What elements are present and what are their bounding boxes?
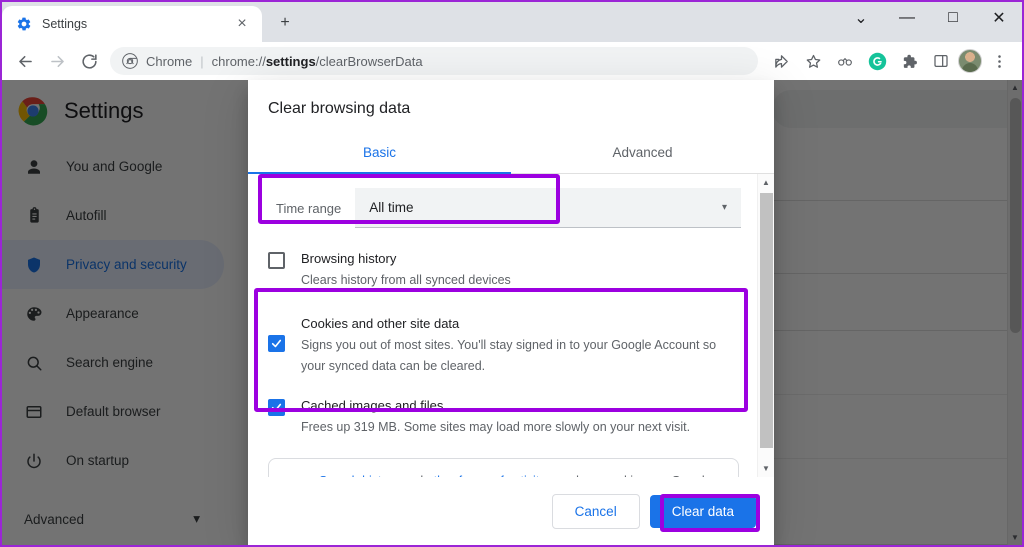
option-cached-images-and-files[interactable]: Cached images and files Frees up 319 MB.… [248, 389, 757, 444]
scroll-down-arrow-icon[interactable]: ▼ [758, 460, 774, 477]
dialog-footer: Cancel Clear data [248, 477, 774, 545]
option-title: Cookies and other site data [301, 316, 460, 331]
dialog-title: Clear browsing data [268, 100, 411, 117]
bookmark-star-icon[interactable] [798, 46, 828, 76]
browser-tab-settings[interactable]: Settings × [2, 6, 262, 42]
browser-window: Settings × + ⌄ — □ ✕ Chrome | chrome://s… [0, 0, 1024, 547]
window-controls: ⌄ — □ ✕ [838, 2, 1022, 34]
omnibox-separator: | [200, 53, 204, 69]
option-text: Cached images and files Frees up 319 MB.… [301, 395, 690, 438]
minimize-button[interactable]: — [884, 2, 930, 34]
omnibox-scheme-label: Chrome [146, 53, 193, 69]
dialog-body: Time range All time ▾ Browsing history C… [248, 174, 774, 477]
dialog-scrollbar[interactable]: ▲ ▼ [757, 174, 774, 477]
cancel-button[interactable]: Cancel [551, 493, 640, 529]
close-tab-icon[interactable]: × [232, 14, 252, 34]
time-range-value: All time [369, 200, 414, 215]
share-icon[interactable] [766, 46, 796, 76]
google-account-notice: G Search history and other forms of acti… [268, 458, 739, 477]
omnibox-url: chrome://settings/clearBrowserData [212, 54, 423, 69]
option-title: Browsing history [301, 251, 397, 266]
chrome-logo-icon [122, 53, 138, 69]
link-chain-icon[interactable] [830, 46, 860, 76]
check-icon [271, 403, 282, 412]
side-panel-icon[interactable] [926, 46, 956, 76]
tab-advanced[interactable]: Advanced [511, 132, 774, 173]
checkbox-cached-images-and-files[interactable] [268, 399, 285, 416]
option-title: Cached images and files [301, 398, 444, 413]
google-notice-text: Search history and other forms of activi… [319, 471, 724, 477]
new-tab-button[interactable]: + [268, 6, 302, 40]
option-subtitle: Clears history from all synced devices [301, 273, 511, 287]
dialog-tabs: Basic Advanced [248, 132, 774, 174]
scrollbar-thumb[interactable] [760, 193, 773, 448]
url-suffix: /clearBrowserData [315, 53, 423, 69]
time-range-select[interactable]: All time ▾ [355, 188, 741, 228]
option-subtitle: Frees up 319 MB. Some sites may load mor… [301, 420, 691, 434]
tab-strip: Settings × + ⌄ — □ ✕ [2, 2, 1022, 42]
checkbox-cookies-and-site-data[interactable] [268, 335, 285, 352]
dialog-scroll-area: Time range All time ▾ Browsing history C… [248, 174, 757, 477]
option-text: Browsing history Clears history from all… [301, 248, 511, 291]
scroll-up-arrow-icon[interactable]: ▲ [758, 174, 774, 191]
browser-toolbar: Chrome | chrome://settings/clearBrowserD… [2, 42, 1022, 80]
clear-browsing-data-dialog: Clear browsing data Basic Advanced Time … [248, 80, 774, 545]
back-icon[interactable] [10, 46, 40, 76]
url-bold: settings [265, 53, 316, 69]
checkbox-browsing-history[interactable] [268, 252, 285, 269]
address-bar[interactable]: Chrome | chrome://settings/clearBrowserD… [110, 47, 758, 75]
tab-basic[interactable]: Basic [248, 132, 511, 173]
forward-icon [42, 46, 72, 76]
more-vert-icon[interactable] [984, 46, 1014, 76]
time-range-row: Time range All time ▾ [264, 188, 741, 228]
tab-search-chevron-icon[interactable]: ⌄ [838, 2, 884, 34]
reload-icon[interactable] [74, 46, 104, 76]
option-browsing-history[interactable]: Browsing history Clears history from all… [248, 242, 757, 297]
url-prefix: chrome:// [211, 53, 266, 69]
option-text: Cookies and other site data Signs you ou… [301, 313, 739, 377]
check-icon [271, 339, 282, 348]
extensions-puzzle-icon[interactable] [894, 46, 924, 76]
other-forms-of-activity-link[interactable]: other forms of activity [427, 474, 546, 477]
clear-data-button[interactable]: Clear data [649, 494, 756, 528]
search-history-link[interactable]: Search history [319, 474, 399, 477]
option-subtitle: Signs you out of most sites. You'll stay… [301, 338, 717, 373]
tab-title: Settings [42, 17, 88, 31]
close-window-button[interactable]: ✕ [976, 2, 1022, 34]
time-range-label: Time range [264, 188, 356, 228]
chevron-down-icon: ▾ [721, 202, 727, 213]
maximize-button[interactable]: □ [930, 2, 976, 34]
notice-mid: and [399, 474, 427, 477]
profile-avatar[interactable] [958, 49, 982, 73]
option-cookies-and-site-data[interactable]: Cookies and other site data Signs you ou… [248, 307, 757, 383]
grammarly-icon[interactable] [862, 46, 892, 76]
settings-gear-icon [17, 17, 31, 31]
